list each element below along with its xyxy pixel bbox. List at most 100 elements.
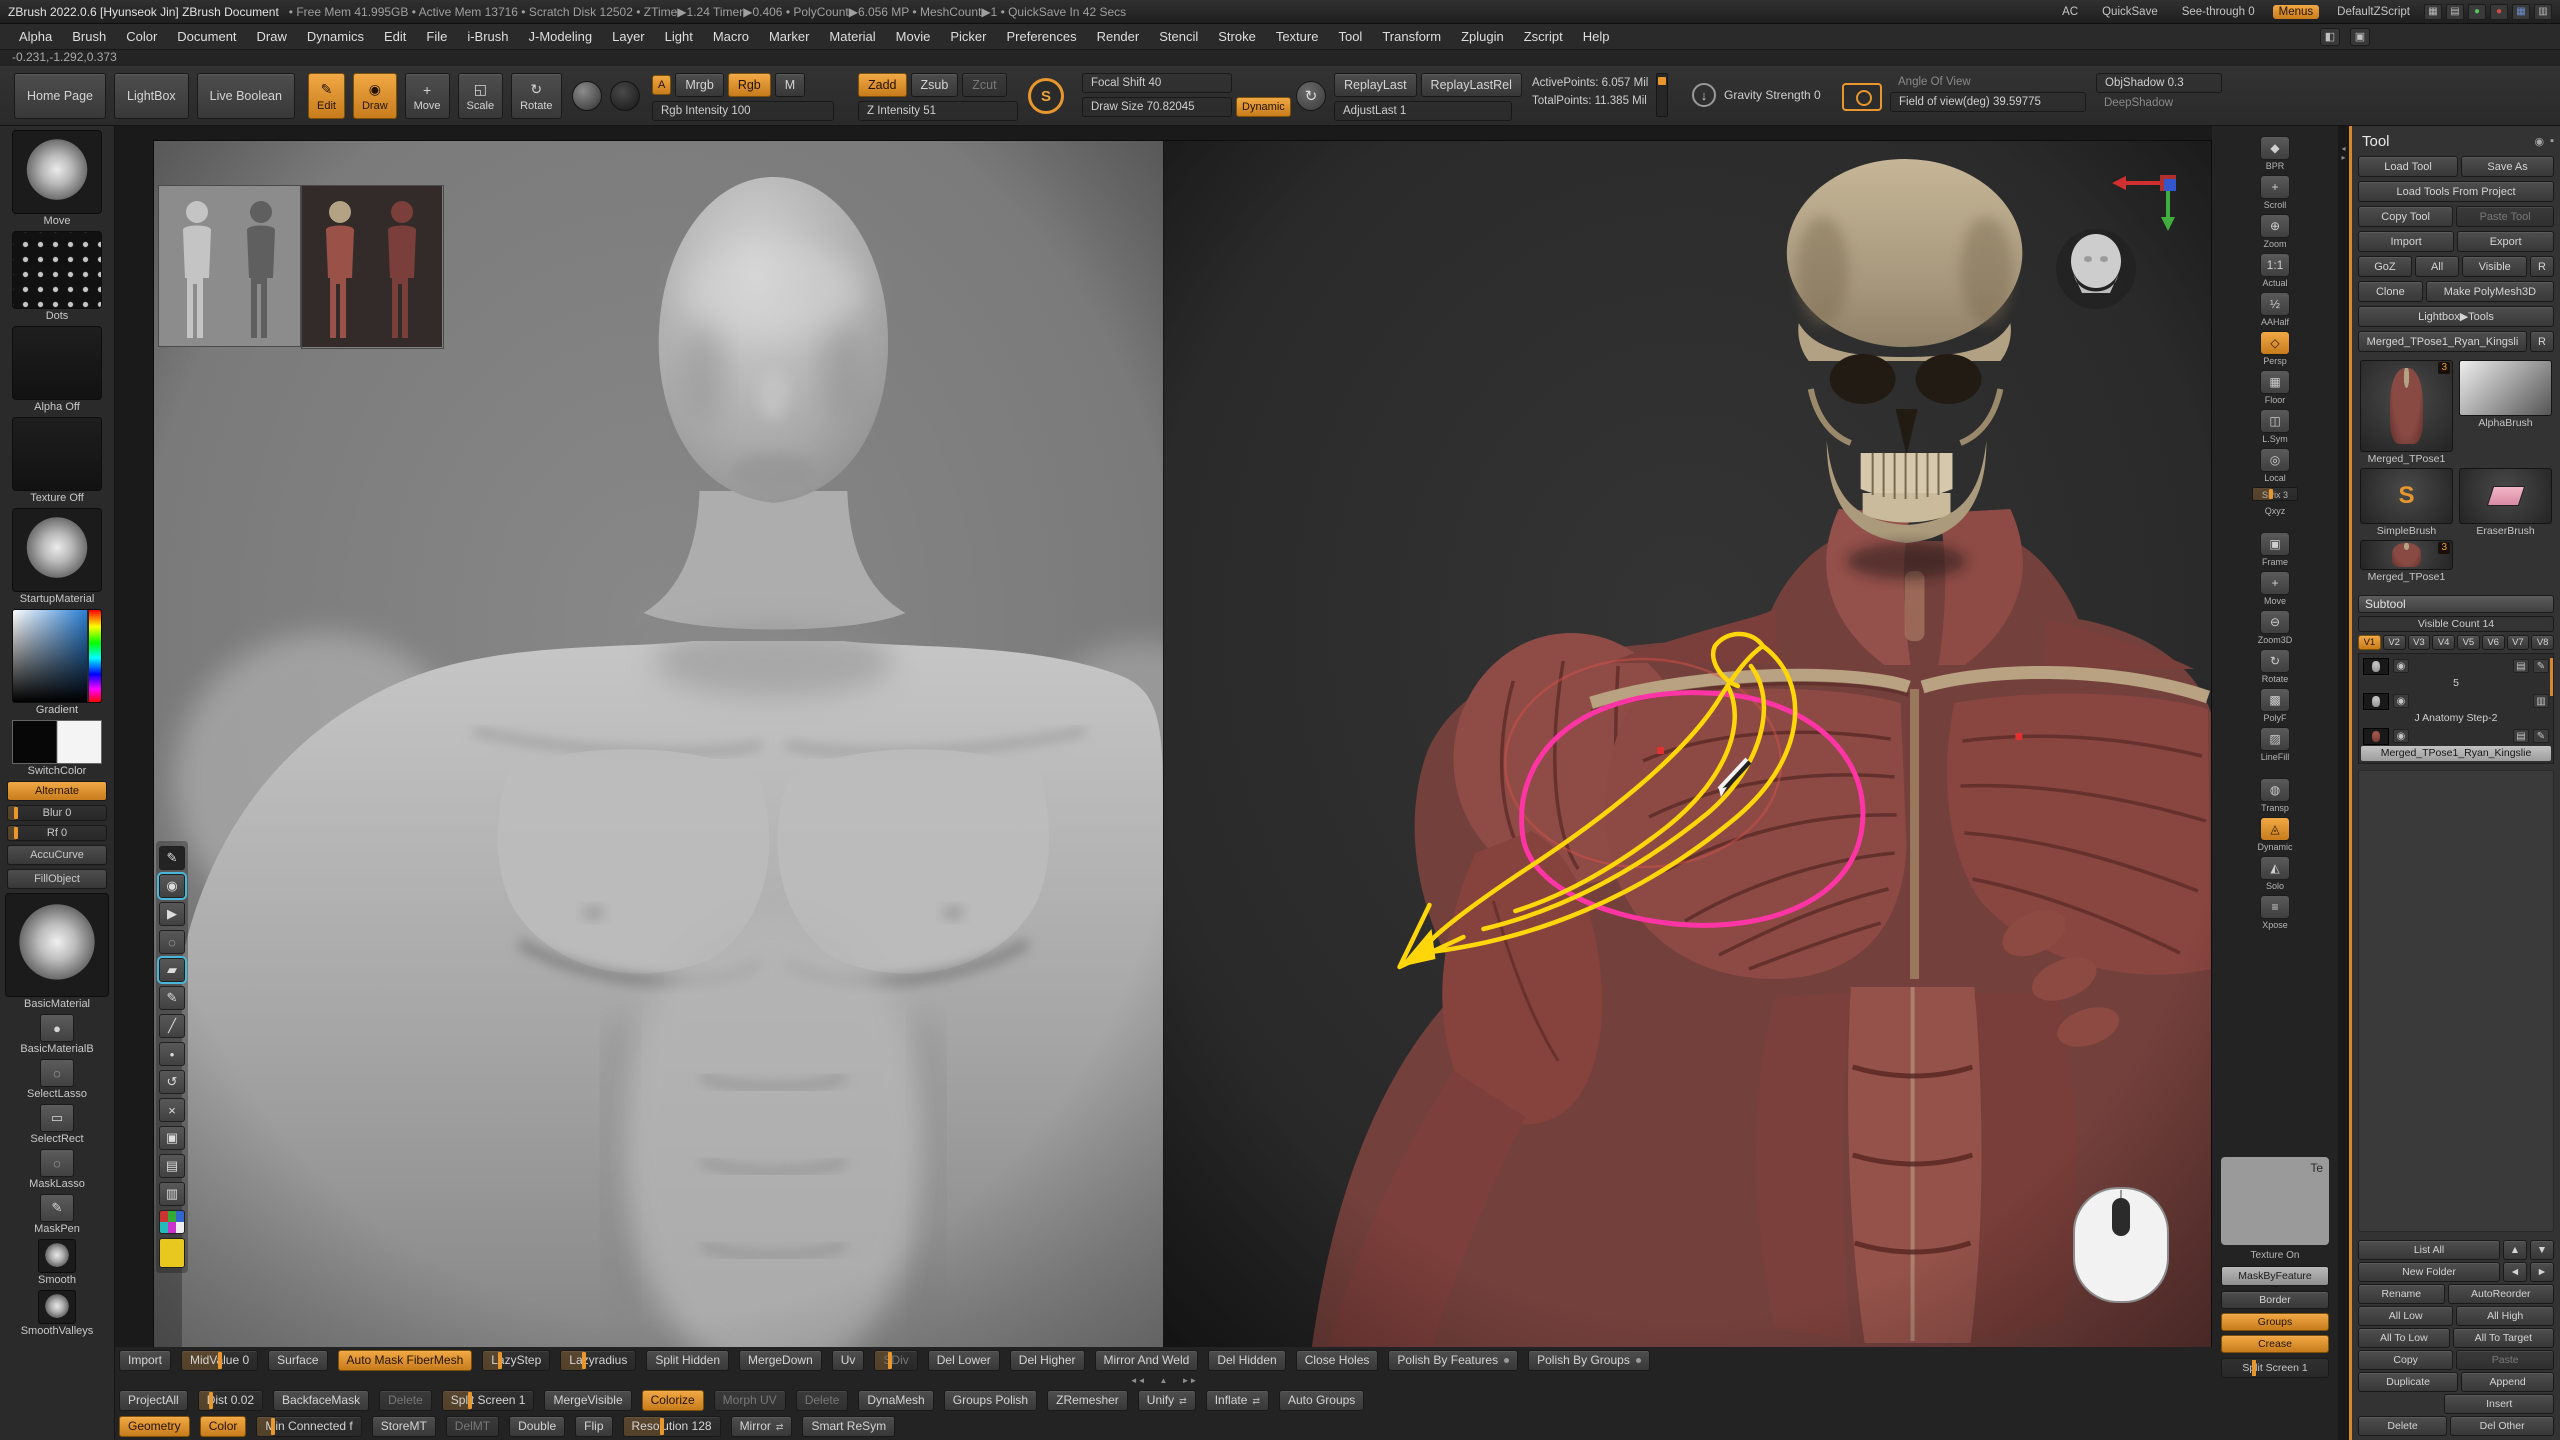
shelf-button-xpose[interactable]: ≡Xpose [2251,895,2299,930]
menu-item-render[interactable]: Render [1088,27,1149,46]
menu-item-macro[interactable]: Macro [704,27,758,46]
document-canvas[interactable]: ✎◉▶◌▰✎╱•↺×▣▤▥ [153,140,2212,1347]
dock-item-selectlasso[interactable]: ◌SelectLasso [4,1059,110,1100]
dock-item-alpha-off[interactable]: Alpha Off [4,326,110,413]
objshadow-slider[interactable]: ObjShadow 0.3 [2096,73,2222,93]
palette-button-groups-polish[interactable]: Groups Polish [944,1390,1037,1411]
palette-button-lazyradius[interactable]: Lazyradius [560,1350,636,1371]
palette-button-zremesher[interactable]: ZRemesher [1047,1390,1128,1411]
scrub-right-icon[interactable]: ►► [1181,1376,1197,1385]
subtool-section-header[interactable]: Subtool [2358,595,2554,613]
subtool-action-rename[interactable]: Rename [2358,1284,2445,1304]
canvas-tool-lasso-icon[interactable]: ◌ [159,930,185,954]
canvas-tool-yellow-swatch[interactable] [159,1238,185,1268]
palette-button-del-hidden[interactable]: Del Hidden [1208,1350,1285,1371]
canvas-tool-eye-icon[interactable]: ◉ [159,874,185,898]
window-icon-blue-grid-icon[interactable]: ▦ [2512,4,2530,20]
palette-button-del-higher[interactable]: Del Higher [1010,1350,1085,1371]
small-tool-thumbnail[interactable]: 3 [2360,540,2453,570]
canvas-tool-undo-icon[interactable]: ↺ [159,1070,185,1094]
dock-item-smoothvalleys[interactable]: SmoothValleys [4,1290,110,1337]
canvas-tool-rgb-grid-icon[interactable] [159,1210,185,1234]
replay-button-replaylast[interactable]: ReplayLast [1334,73,1417,97]
palette-button-mergevisible[interactable]: MergeVisible [544,1390,631,1411]
sculptris-pro-icon[interactable]: S [1028,78,1064,114]
subtool-action-paste[interactable]: Paste [2456,1350,2554,1370]
nav-button-home-page[interactable]: Home Page [14,73,106,119]
shelf-button-frame[interactable]: ▣Frame [2251,532,2299,567]
palette-button-polish-by-groups[interactable]: Polish By Groups [1528,1350,1650,1371]
palette-button-lazystep[interactable]: LazyStep [482,1350,550,1371]
polypaint-icon[interactable]: ▤ [2513,659,2529,673]
visible-count-slider[interactable]: Visible Count 14 [2358,616,2554,632]
z-intensity-slider[interactable]: Z Intensity 51 [858,101,1018,121]
palette-button-projectall[interactable]: ProjectAll [119,1390,188,1411]
shelf-button-l-sym[interactable]: ◫L.Sym [2251,409,2299,444]
shelf-button-zoom3d[interactable]: ⊖Zoom3D [2251,610,2299,645]
shelf-button-bpr[interactable]: ◆BPR [2251,136,2299,171]
dock-item-texture-off[interactable]: Texture Off [4,417,110,504]
replay-icon[interactable]: ↻ [1296,81,1326,111]
shelf-button-move[interactable]: +Move [2251,571,2299,606]
eye-icon[interactable]: ◉ [2393,729,2409,743]
palette-button-color[interactable]: Color [200,1416,247,1437]
dock-item-alternate[interactable]: Alternate [7,781,107,801]
palette-button-delete[interactable]: Delete [796,1390,849,1411]
subtool-tab-v2[interactable]: V2 [2383,635,2406,650]
tag-button-groups[interactable]: Groups [2221,1313,2329,1331]
shelf-button-persp[interactable]: ◇Persp [2251,331,2299,366]
nav-button-live-boolean[interactable]: Live Boolean [197,73,295,119]
palette-button-midvalue-0[interactable]: MidValue 0 [181,1350,258,1371]
eraser-brush-thumbnail[interactable] [2459,468,2552,524]
menu-item-dynamics[interactable]: Dynamics [298,27,373,46]
palette-button-auto-groups[interactable]: Auto Groups [1279,1390,1364,1411]
split-screen-slider[interactable]: Split Screen 1 [2221,1358,2329,1378]
canvas-tool-line-icon[interactable]: ╱ [159,1014,185,1038]
palette-button-dynamesh[interactable]: DynaMesh [858,1390,933,1411]
palette-button-split-screen-1[interactable]: Split Screen 1 [442,1390,535,1411]
eye-icon[interactable]: ◉ [2393,694,2409,708]
subtool-action-insert[interactable]: Insert [2444,1394,2554,1414]
shelf-button-dynamic[interactable]: ◬Dynamic [2251,817,2299,852]
window-icon-dark-grid-icon[interactable]: ▥ [2534,4,2552,20]
nav-button-lightbox[interactable]: LightBox [114,73,189,119]
menu-item-movie[interactable]: Movie [887,27,940,46]
mode-button-draw[interactable]: ◉Draw [353,73,397,119]
palette-button-dist-0-02[interactable]: Dist 0.02 [198,1390,263,1411]
palette-menu-icon[interactable]: ◉ [2534,135,2544,148]
subtool-action-all-low[interactable]: All Low [2358,1306,2453,1326]
menu-item-i-brush[interactable]: i-Brush [458,27,517,46]
palette-button-auto-mask-fibermesh[interactable]: Auto Mask FiberMesh [338,1350,473,1371]
titlebar-button-ac[interactable]: AC [2056,5,2084,19]
menu-item-zscript[interactable]: Zscript [1515,27,1572,46]
active-tool-thumbnail[interactable]: 3 [2360,360,2453,452]
canvas-tool-trash-icon[interactable]: × [159,1098,185,1122]
titlebar-button-defaultzscript[interactable]: DefaultZScript [2331,5,2416,19]
shelf-button-local[interactable]: ◎Local [2251,448,2299,483]
palette-button-surface[interactable]: Surface [268,1350,327,1371]
menu-item-document[interactable]: Document [168,27,245,46]
mode-button-move[interactable]: +Move [405,73,450,119]
paint-button-rgb[interactable]: Rgb [728,73,771,97]
shelf-button-linefill[interactable]: ▨LineFill [2251,727,2299,762]
titlebar-button-see-through-0[interactable]: See-through 0 [2176,5,2261,19]
dock-item-fillobject[interactable]: FillObject [7,869,107,889]
dock-item-basicmaterial[interactable]: BasicMaterial [4,893,110,1010]
subtool-action-autoreorder[interactable]: AutoReorder [2448,1284,2554,1304]
folder-right-button[interactable]: ► [2530,1262,2554,1282]
viewport-right-anatomy[interactable] [1163,141,2211,1348]
palette-button-polish-by-features[interactable]: Polish By Features [1388,1350,1518,1371]
shelf-button-solo[interactable]: ◭Solo [2251,856,2299,891]
focal-shift-slider[interactable]: Focal Shift 40 [1082,73,1232,93]
menu-item-j-modeling[interactable]: J-Modeling [520,27,602,46]
tool-button-save-as[interactable]: Save As [2461,156,2554,177]
menu-item-transform[interactable]: Transform [1373,27,1450,46]
dock-item-switchcolor[interactable]: SwitchColor [4,720,110,777]
tool-button-import[interactable]: Import [2358,231,2454,252]
spotlight-pin-icon[interactable]: ✎ [159,846,185,870]
window-icon-grid-icon[interactable]: ▦ [2424,4,2442,20]
paint-button-m[interactable]: M [775,73,805,97]
subtool-name-selected[interactable]: Merged_TPose1_Ryan_Kingslie [2361,746,2551,761]
deepshadow-button[interactable]: DeepShadow [2096,97,2222,109]
palette-button-double[interactable]: Double [509,1416,565,1437]
